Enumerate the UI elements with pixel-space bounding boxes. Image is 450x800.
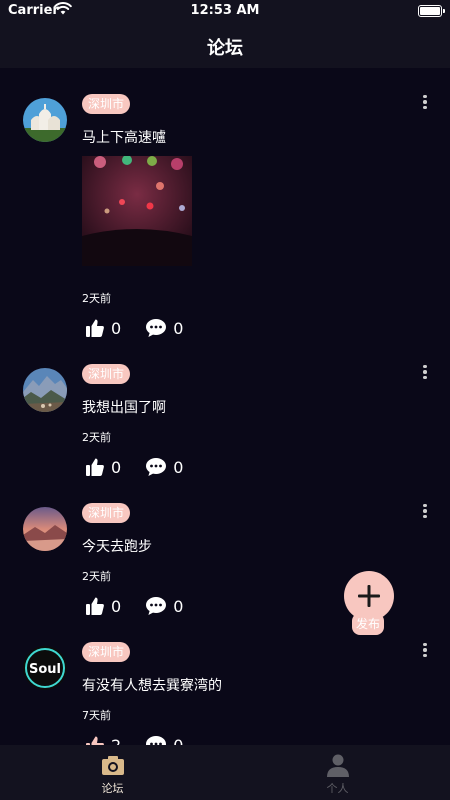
post-actions: 2 0 <box>85 733 207 745</box>
avatar[interactable] <box>23 507 67 551</box>
post-time: 2天前 <box>82 292 111 305</box>
comment-button[interactable]: 0 <box>145 596 183 616</box>
like-count: 2 <box>111 735 122 746</box>
tab-bar: 论坛 个人 <box>0 745 450 800</box>
comment-icon <box>146 458 167 476</box>
city-tag: 深圳市 <box>82 642 131 662</box>
avatar[interactable] <box>23 368 67 412</box>
svg-text:Soul: Soul <box>29 662 61 677</box>
plus-icon <box>358 585 380 607</box>
comment-icon <box>146 597 167 615</box>
post-actions: 0 0 <box>85 594 207 618</box>
avatar[interactable] <box>23 98 67 142</box>
camera-icon <box>102 756 124 775</box>
page-title: 论坛 <box>207 38 243 59</box>
avatar[interactable]: Soul <box>23 646 67 690</box>
city-tag: 深圳市 <box>82 364 131 384</box>
battery-icon <box>418 5 445 17</box>
comment-icon <box>146 319 167 337</box>
person-icon <box>327 754 349 777</box>
like-count: 0 <box>111 596 122 616</box>
post-actions: 0 0 <box>85 316 207 340</box>
thumbs-up-icon <box>86 597 104 615</box>
comment-count: 0 <box>173 596 184 616</box>
city-tag: 深圳市 <box>82 94 131 114</box>
tab-label: 个人 <box>326 782 349 795</box>
post-content: 有没有人想去巽寮湾的 <box>82 678 222 694</box>
like-button[interactable]: 2 <box>85 735 121 745</box>
city-tag: 深圳市 <box>82 503 131 523</box>
tab-personal[interactable]: 个人 <box>225 745 450 800</box>
post-time: 2天前 <box>82 431 111 444</box>
tab-forum[interactable]: 论坛 <box>0 745 225 800</box>
thumbs-up-icon <box>86 319 104 337</box>
post-time: 2天前 <box>82 570 111 583</box>
more-options-icon[interactable] <box>418 92 432 112</box>
like-button[interactable]: 0 <box>85 318 121 338</box>
thumbs-up-icon <box>86 736 104 745</box>
status-time: 12:53 AM <box>190 3 260 18</box>
comment-button[interactable]: 0 <box>145 457 183 477</box>
thumbs-up-icon <box>86 458 104 476</box>
comment-button[interactable]: 0 <box>145 318 183 338</box>
like-button[interactable]: 0 <box>85 457 121 477</box>
post-content: 我想出国了啊 <box>82 400 166 416</box>
post-content: 今天去跑步 <box>82 539 152 555</box>
more-options-icon[interactable] <box>418 362 432 382</box>
post-content: 马上下高速嚧 <box>82 130 166 146</box>
comment-button[interactable]: 0 <box>145 735 183 745</box>
more-options-icon[interactable] <box>418 640 432 660</box>
post-feed[interactable]: 深圳市 马上下高速嚧 2天前 0 0 深圳市 我想出国了啊 2天前 0 0 深圳… <box>0 68 450 745</box>
like-count: 0 <box>111 318 122 338</box>
post-actions: 0 0 <box>85 455 207 479</box>
status-bar: Carrier 12:53 AM <box>0 0 450 22</box>
publish-label[interactable]: 发布 <box>352 613 385 635</box>
post-image[interactable] <box>82 156 192 266</box>
like-count: 0 <box>111 457 122 477</box>
comment-count: 0 <box>173 735 184 746</box>
comment-icon <box>146 736 167 745</box>
comment-count: 0 <box>173 318 184 338</box>
post-time: 7天前 <box>82 709 111 722</box>
nav-bar: 论坛 <box>0 22 450 68</box>
more-options-icon[interactable] <box>418 501 432 521</box>
like-button[interactable]: 0 <box>85 596 121 616</box>
comment-count: 0 <box>173 457 184 477</box>
tab-label: 论坛 <box>101 782 124 795</box>
